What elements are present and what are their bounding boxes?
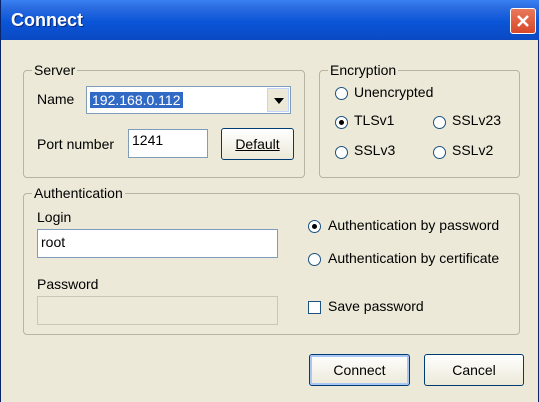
close-icon <box>517 15 529 27</box>
port-number-value: 1241 <box>132 132 164 148</box>
authentication-legend: Authentication <box>34 185 123 201</box>
server-legend: Server <box>34 62 76 78</box>
chevron-down-icon <box>274 98 284 104</box>
radio-tlsv1-label[interactable]: TLSv1 <box>354 112 394 128</box>
radio-unencrypted-label[interactable]: Unencrypted <box>354 84 433 100</box>
password-label: Password <box>37 276 99 292</box>
login-label: Login <box>37 209 72 225</box>
port-label: Port number <box>37 136 115 152</box>
radio-sslv2[interactable] <box>433 146 446 159</box>
connect-button-label: Connect <box>333 362 386 378</box>
save-password-label[interactable]: Save password <box>328 298 424 314</box>
server-group: Server <box>23 62 305 178</box>
default-button[interactable]: Default <box>221 128 294 160</box>
server-name-value: 192.168.0.112 <box>90 92 183 108</box>
save-password-checkbox[interactable] <box>308 301 321 314</box>
title-bar[interactable]: Connect <box>1 0 539 40</box>
encryption-legend: Encryption <box>330 62 397 78</box>
connect-dialog: Connect Server Name 192.168.0.112 Port n… <box>0 0 539 402</box>
radio-sslv2-label[interactable]: SSLv2 <box>452 142 493 158</box>
default-button-label: Default <box>235 136 280 152</box>
radio-sslv23[interactable] <box>433 116 446 129</box>
window-title: Connect <box>11 10 83 30</box>
radio-auth-by-password[interactable] <box>308 220 321 233</box>
radio-auth-by-certificate[interactable] <box>308 253 321 266</box>
radio-tlsv1[interactable] <box>335 116 348 129</box>
connect-button[interactable]: Connect <box>309 354 410 386</box>
server-name-dropdown-button[interactable] <box>267 88 289 112</box>
cancel-button-label: Cancel <box>452 362 496 378</box>
radio-sslv23-label[interactable]: SSLv23 <box>452 112 501 128</box>
password-input[interactable] <box>37 296 278 325</box>
server-name-combobox[interactable]: 192.168.0.112 <box>86 86 291 114</box>
radio-auth-by-password-label[interactable]: Authentication by password <box>328 217 499 233</box>
port-number-input[interactable]: 1241 <box>128 129 208 158</box>
radio-sslv3[interactable] <box>335 146 348 159</box>
name-label: Name <box>37 91 75 107</box>
radio-selected-dot <box>339 120 344 125</box>
radio-sslv3-label[interactable]: SSLv3 <box>354 142 395 158</box>
radio-selected-dot <box>312 224 317 229</box>
radio-auth-by-certificate-label[interactable]: Authentication by certificate <box>328 250 499 266</box>
close-button[interactable] <box>510 8 536 34</box>
cancel-button[interactable]: Cancel <box>424 354 524 386</box>
radio-unencrypted[interactable] <box>335 87 348 100</box>
login-input[interactable]: root <box>37 229 278 258</box>
login-value: root <box>41 234 66 250</box>
